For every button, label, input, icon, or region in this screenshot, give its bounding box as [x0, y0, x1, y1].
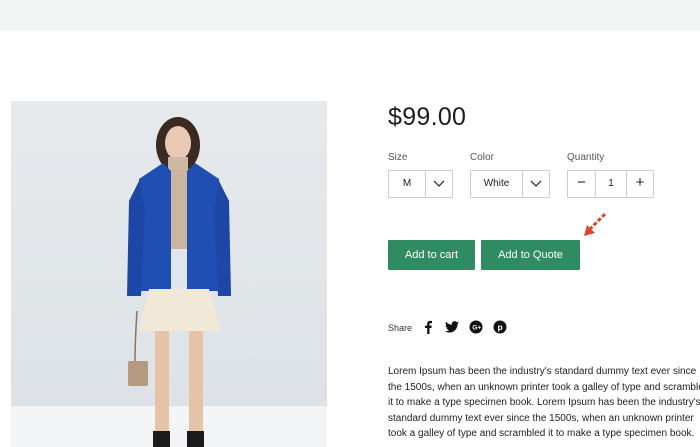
- description-line: Lorem Ipsum has been the industry's stan…: [388, 366, 697, 377]
- product-image: [11, 101, 327, 447]
- size-value: M: [402, 178, 412, 189]
- google-plus-icon[interactable]: G+: [468, 319, 484, 335]
- chevron-down-icon: [523, 171, 549, 197]
- add-to-cart-button[interactable]: Add to cart: [388, 240, 475, 270]
- description-line: the 1500s, when an unknown printer took …: [388, 381, 700, 393]
- size-label: Size: [388, 152, 408, 163]
- quantity-increase-button[interactable]: +: [627, 171, 653, 197]
- size-select[interactable]: M: [388, 170, 453, 198]
- chevron-down-icon: [426, 171, 452, 197]
- share-label: Share: [388, 323, 413, 333]
- color-label: Color: [470, 152, 494, 163]
- quantity-input[interactable]: 1: [596, 171, 626, 197]
- add-to-quote-button[interactable]: Add to Quote: [481, 240, 580, 270]
- svg-text:G+: G+: [472, 325, 481, 332]
- description-line: took a galley of type and scrambled it t…: [388, 428, 695, 439]
- facebook-icon[interactable]: [420, 319, 436, 335]
- annotation-arrow-icon: [584, 212, 607, 236]
- product-price: $99.00: [388, 103, 467, 131]
- top-header-bar: [0, 0, 700, 31]
- quantity-stepper: − 1 +: [567, 170, 654, 198]
- quantity-decrease-button[interactable]: −: [568, 171, 595, 197]
- quantity-label: Quantity: [567, 152, 605, 163]
- description-line: standard dummy text ever since the 1500s…: [388, 412, 694, 424]
- twitter-icon[interactable]: [444, 319, 460, 335]
- color-value: White: [483, 178, 510, 189]
- description-line: it to make a type specimen book. Lorem I…: [388, 397, 700, 408]
- product-description: Lorem Ipsum has been the industry's stan…: [388, 364, 700, 442]
- color-select[interactable]: White: [470, 170, 550, 198]
- svg-text:p: p: [498, 322, 503, 332]
- pinterest-icon[interactable]: p: [492, 319, 508, 335]
